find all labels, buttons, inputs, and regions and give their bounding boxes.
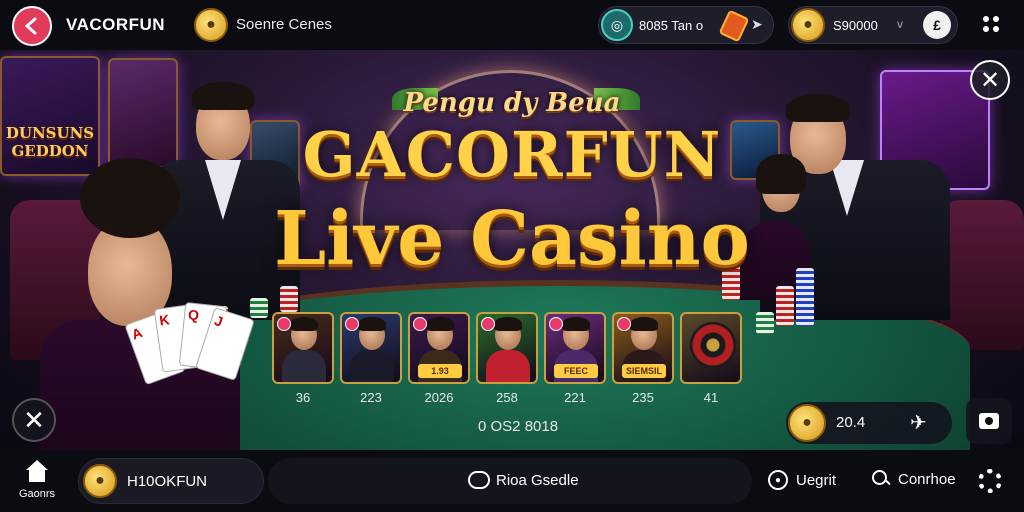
tile-number: 41 (703, 390, 719, 405)
stat-pill[interactable]: ◎ 8085 Tan o ➤ (598, 6, 774, 44)
games-coin-icon[interactable]: ● (194, 8, 228, 42)
grid-dot (993, 26, 999, 32)
grid-dot (983, 16, 989, 22)
tile-number: 36 (295, 390, 311, 405)
nav-item-2-label: Conrhoe (898, 470, 956, 488)
hero-subtitle: Pengu dy Beua (403, 88, 621, 118)
host-hair (290, 317, 318, 331)
tile-tag: SIEMSIL (622, 364, 666, 378)
ring-icon: ◎ (601, 9, 633, 41)
host-hair (494, 317, 522, 331)
host-hair (426, 317, 454, 331)
host-hair (630, 317, 658, 331)
chat-bar[interactable]: Rioa Gsedle (268, 458, 752, 504)
chat-icon (468, 471, 490, 489)
viewer-counter: 0 OS2 8018 (478, 418, 559, 435)
tile-number: 235 (632, 390, 654, 405)
nav-item-1-label: Uegrit (796, 471, 837, 489)
home-icon (25, 460, 49, 484)
game-tile[interactable]: 1.93 (408, 312, 470, 384)
host-body (282, 350, 326, 382)
balance-value: S90000 (833, 18, 878, 33)
score-pill[interactable]: ● 20.4 ✈ (786, 402, 952, 444)
grid-menu-button[interactable] (980, 13, 1002, 35)
close-icon: ✕ (23, 404, 45, 435)
search-icon (872, 470, 890, 488)
live-badge-icon (549, 317, 563, 331)
arrow-icon: ➤ (751, 16, 763, 32)
close-button-left[interactable]: ✕ (12, 398, 56, 442)
coin-icon: ● (791, 8, 825, 42)
tile-tag: FEEC (554, 364, 598, 378)
bottom-bar: Gaonrs ● H10OKFUN Rioa Gsedle ● Uegrit C… (0, 450, 1024, 512)
chevron-down-icon: v (897, 17, 903, 31)
bank-icon[interactable]: £ (923, 11, 951, 39)
host-body (350, 350, 394, 382)
grid-dot (993, 16, 999, 22)
tile-number: 221 (564, 390, 586, 405)
chip-stack (756, 312, 774, 334)
chip-stack (250, 298, 268, 318)
playing-cards: A K Q J (124, 300, 255, 390)
top-bar: VACORFUN ● Soenre Cenes ◎ 8085 Tan o ➤ ●… (0, 0, 1024, 50)
stat-text: 8085 Tan o (639, 18, 704, 33)
game-tile[interactable]: FEEC (544, 312, 606, 384)
game-tile[interactable] (680, 312, 742, 384)
host-body (486, 350, 530, 382)
grid-dot (983, 26, 989, 32)
game-tiles-row: 36 223 1.93 2026 258 FEEC 221 SIEMSIL 235 41 (272, 312, 752, 412)
game-tile[interactable] (476, 312, 538, 384)
camera-button[interactable] (966, 398, 1012, 444)
nav-item-1[interactable]: ● Uegrit (768, 470, 836, 490)
tile-number: 223 (360, 390, 382, 405)
ticket-icon (718, 9, 750, 43)
camera-icon (979, 413, 999, 429)
back-arrow-icon (24, 17, 37, 35)
nav-item-search[interactable]: Conrhoe (872, 470, 956, 488)
live-badge-icon (345, 317, 359, 331)
score-value: 20.4 (836, 414, 866, 431)
chip-stack (776, 286, 794, 326)
host-hair (358, 317, 386, 331)
gear-icon[interactable] (978, 469, 1002, 493)
user-pill[interactable]: ● H10OKFUN (78, 458, 264, 504)
tile-number: 2026 (424, 390, 454, 405)
game-tile[interactable] (272, 312, 334, 384)
live-badge-icon (277, 317, 291, 331)
hero-title-live-casino: Live Casino (274, 196, 750, 282)
game-tile[interactable]: SIEMSIL (612, 312, 674, 384)
roulette-icon (690, 322, 736, 368)
brand-name: VACORFUN (66, 15, 166, 34)
close-button[interactable]: ✕ (970, 60, 1010, 100)
back-button[interactable] (12, 6, 52, 46)
chat-text: Rioa Gsedle (496, 472, 579, 489)
balance-pill[interactable]: ● S90000 v £ (788, 6, 958, 44)
game-tile[interactable] (340, 312, 402, 384)
host-hair (562, 317, 590, 331)
tile-tag: 1.93 (418, 364, 462, 378)
live-badge-icon (617, 317, 631, 331)
chip-stack (280, 286, 298, 312)
avatar-coin-icon: ● (83, 464, 117, 498)
coin-icon: ● (788, 404, 826, 442)
home-label: Gaonrs (18, 488, 56, 500)
hero-title: GACORFUN (302, 118, 722, 191)
circle-icon: ● (768, 470, 788, 490)
live-casino-screen: DUNSUNS GEDDON A K Q J Pengu dy Beua GAC… (0, 0, 1024, 512)
home-button[interactable]: Gaonrs (10, 460, 64, 510)
live-badge-icon (413, 317, 427, 331)
rocket-icon[interactable]: ✈ (910, 410, 927, 435)
close-icon: ✕ (979, 66, 1001, 94)
tile-number: 258 (496, 390, 518, 405)
live-badge-icon (481, 317, 495, 331)
user-name: H10OKFUN (127, 473, 208, 490)
games-label[interactable]: Soenre Cenes (236, 16, 332, 33)
